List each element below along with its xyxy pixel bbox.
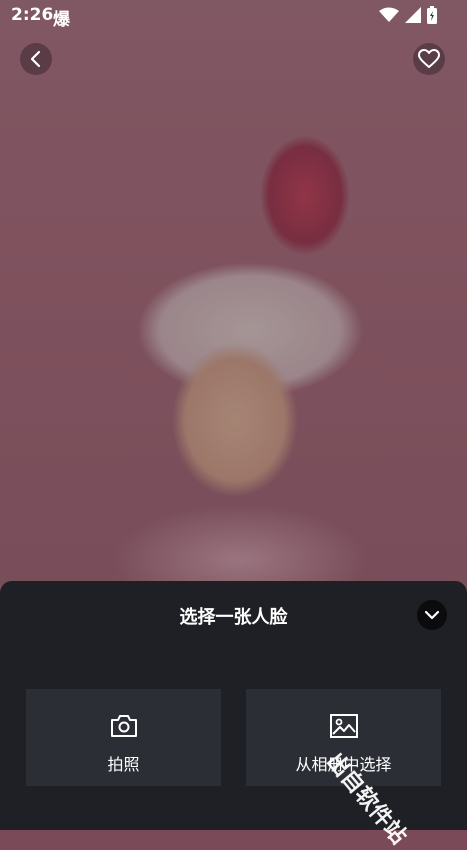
status-icons	[379, 6, 437, 24]
heart-icon	[418, 49, 440, 68]
take-photo-button[interactable]: 拍照	[26, 689, 221, 786]
face-picker-sheet: 选择一张人脸 拍照 从相册中选择	[0, 581, 467, 830]
status-time: 2:26	[11, 5, 54, 25]
battery-icon	[427, 6, 437, 24]
favorite-button[interactable]	[413, 43, 445, 75]
image-icon	[329, 714, 358, 738]
portrait-photo	[0, 0, 467, 600]
status-bar: 2:26 爆	[0, 0, 467, 32]
sheet-title: 选择一张人脸	[179, 607, 288, 628]
signal-icon	[405, 7, 421, 23]
wifi-icon	[379, 7, 399, 22]
take-photo-label: 拍照	[107, 755, 140, 774]
chevron-left-icon	[30, 50, 41, 68]
back-button[interactable]	[20, 43, 52, 75]
camera-icon	[110, 715, 137, 737]
collapse-button[interactable]	[417, 600, 447, 630]
status-app-glyph: 爆	[53, 10, 70, 30]
chevron-down-icon	[424, 610, 440, 620]
